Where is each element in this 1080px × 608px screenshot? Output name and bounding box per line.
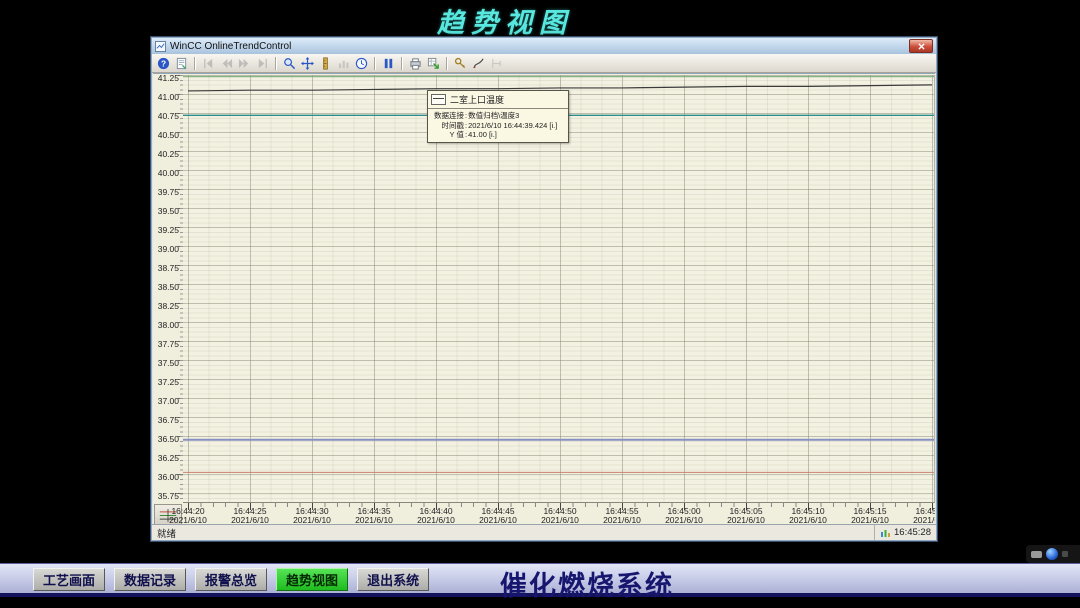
toolbar-separator <box>401 57 403 70</box>
toolbar-key-icon[interactable] <box>452 55 469 71</box>
page-title: 趋势视图 <box>0 1 1010 40</box>
system-title: 催化燃烧系统 <box>500 564 674 603</box>
status-time: 16:45:28 <box>894 527 931 538</box>
toolbar-separator <box>194 57 196 70</box>
toolbar-help-icon[interactable]: ? <box>155 55 172 71</box>
status-ready-text: 就绪 <box>157 526 176 540</box>
tray-volume-icon[interactable] <box>1046 548 1058 560</box>
toolbar-next-icon <box>236 55 253 71</box>
toolbar-separator <box>275 57 277 70</box>
y-tick-label: 37.75 <box>153 340 179 349</box>
tooltip-row: 数据连接:数值归档\温度3 <box>428 111 568 121</box>
tray-more-icon[interactable] <box>1062 551 1068 557</box>
toolbar-pause-icon[interactable] <box>380 55 397 71</box>
x-tick-label: 16:44:302021/6/10 <box>284 507 340 525</box>
taskbar-button-item[interactable]: 报警总览 <box>195 568 267 591</box>
window-icon <box>155 41 166 52</box>
x-tick-label: 16:44:402021/6/10 <box>408 507 464 525</box>
tooltip-series-name: 二室上口温度 <box>450 93 504 106</box>
toolbar-separator <box>446 57 448 70</box>
toolbar-separator <box>374 57 376 70</box>
y-tick-label: 36.50 <box>153 435 179 444</box>
toolbar-report-icon[interactable] <box>173 55 190 71</box>
x-tick-label: 16:45:052021/6/10 <box>718 507 774 525</box>
y-tick-label: 37.00 <box>153 397 179 406</box>
toolbar-clock-icon[interactable] <box>353 55 370 71</box>
y-tick-label: 35.75 <box>153 492 179 501</box>
tray-widget[interactable] <box>1026 545 1080 563</box>
y-tick-label: 41.00 <box>153 93 179 102</box>
toolbar: ? <box>152 54 936 73</box>
taskbar-button-active[interactable]: 趋势视图 <box>276 568 348 591</box>
toolbar-export-icon[interactable] <box>425 55 442 71</box>
taskbar-button-item[interactable]: 数据记录 <box>114 568 186 591</box>
x-tick-label: 16:45:152021/6/10 <box>842 507 898 525</box>
toolbar-first-icon <box>200 55 217 71</box>
x-tick-label: 16:44:552021/6/10 <box>594 507 650 525</box>
toolbar-stats-icon <box>335 55 352 71</box>
x-tick-label: 16:44:502021/6/10 <box>532 507 588 525</box>
x-tick-label: 16:44:252021/6/10 <box>222 507 278 525</box>
x-tick-label: 16:44:452021/6/10 <box>470 507 526 525</box>
tooltip-row: Y 值:41.00 [i.] <box>428 130 568 140</box>
y-tick-label: 36.00 <box>153 473 179 482</box>
y-tick-label: 39.25 <box>153 226 179 235</box>
toolbar-print-icon[interactable] <box>407 55 424 71</box>
x-tick-label: 16:44:202021/6/10 <box>160 507 216 525</box>
y-tick-label: 37.50 <box>153 359 179 368</box>
toolbar-ruler-icon[interactable] <box>317 55 334 71</box>
svg-text:?: ? <box>161 58 166 68</box>
y-tick-label: 38.00 <box>153 321 179 330</box>
y-tick-label: 38.50 <box>153 283 179 292</box>
taskbar-button-item[interactable]: 工艺画面 <box>33 568 105 591</box>
y-tick-label: 37.25 <box>153 378 179 387</box>
y-tick-label: 40.50 <box>153 131 179 140</box>
x-tick-label: 16:45:202021/6/10 <box>904 507 935 525</box>
y-tick-label: 40.00 <box>153 169 179 178</box>
y-tick-label: 41.25 <box>153 74 179 83</box>
status-bar: 就绪 16:45:28 <box>152 524 936 540</box>
y-tick-label: 38.25 <box>153 302 179 311</box>
toolbar-last-icon <box>254 55 271 71</box>
ruler-tooltip: 二室上口温度 数据连接:数值归档\温度3时间戳:2021/6/10 16:44:… <box>427 90 569 143</box>
legend-line-icon <box>431 94 446 105</box>
x-tick-label: 16:45:102021/6/10 <box>780 507 836 525</box>
toolbar-zoom-icon[interactable] <box>281 55 298 71</box>
toolbar-pen-icon[interactable] <box>470 55 487 71</box>
bottom-taskbar: 工艺画面数据记录报警总览趋势视图退出系统 催化燃烧系统 <box>0 563 1080 597</box>
tooltip-row: 时间戳:2021/6/10 16:44:39.424 [i.] <box>428 121 568 131</box>
y-tick-label: 40.75 <box>153 112 179 121</box>
window-titlebar[interactable]: WinCC OnlineTrendControl <box>152 38 936 54</box>
window-title: WinCC OnlineTrendControl <box>170 41 291 52</box>
close-icon[interactable] <box>909 39 933 53</box>
toolbar-prev-icon <box>218 55 235 71</box>
y-tick-label: 39.75 <box>153 188 179 197</box>
wincc-trend-window: WinCC OnlineTrendControl ? 41.25 41.00 40.… <box>150 36 938 542</box>
taskbar-button-item[interactable]: 退出系统 <box>357 568 429 591</box>
y-tick-label: 38.75 <box>153 264 179 273</box>
y-tick-label: 36.75 <box>153 416 179 425</box>
y-tick-label: 39.00 <box>153 245 179 254</box>
y-tick-label: 40.25 <box>153 150 179 159</box>
toolbar-move-icon[interactable] <box>299 55 316 71</box>
x-tick-label: 16:44:352021/6/10 <box>346 507 402 525</box>
tray-app-icon[interactable] <box>1031 551 1042 558</box>
y-tick-label: 39.50 <box>153 207 179 216</box>
x-tick-label: 16:45:002021/6/10 <box>656 507 712 525</box>
trend-status-icon <box>880 527 891 538</box>
toolbar-marker-icon <box>488 55 505 71</box>
y-tick-label: 36.25 <box>153 454 179 463</box>
